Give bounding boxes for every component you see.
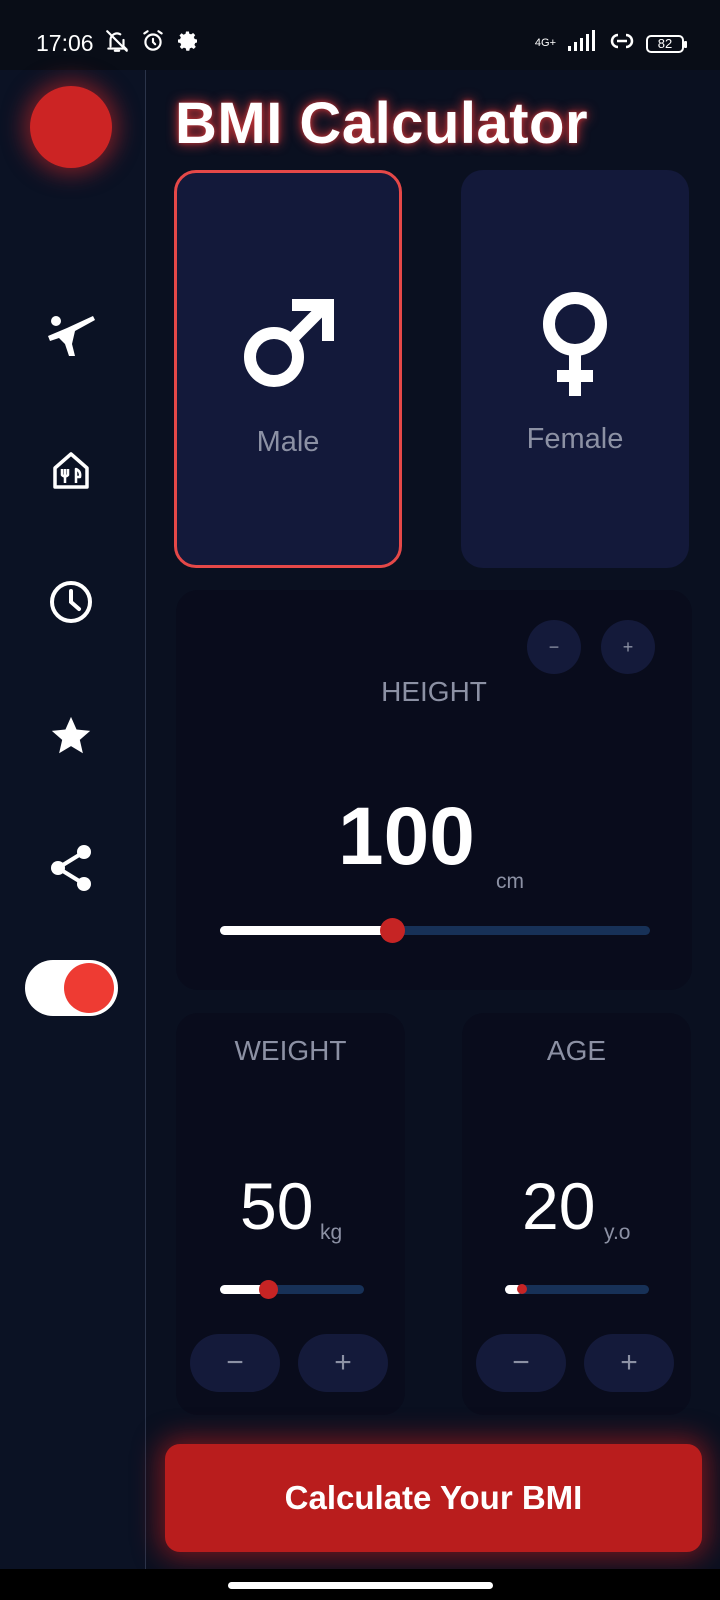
male-card[interactable]: Male: [174, 170, 402, 568]
alarm-icon: [140, 28, 166, 59]
age-panel: AGE 20 y.o − +: [462, 1013, 691, 1415]
age-minus-button[interactable]: −: [476, 1334, 566, 1392]
age-slider-thumb[interactable]: [517, 1284, 528, 1294]
male-icon: [177, 293, 399, 393]
hotspot-link-icon: [608, 30, 636, 57]
height-unit: cm: [496, 870, 524, 893]
weight-slider-thumb[interactable]: [258, 1280, 278, 1299]
battery-icon: 82: [646, 34, 687, 53]
weight-minus-button[interactable]: −: [190, 1334, 280, 1392]
network-type: 4G+: [534, 37, 556, 49]
restaurant-icon[interactable]: [45, 444, 97, 496]
height-panel: − + HEIGHT 100 cm: [176, 590, 692, 990]
height-slider-thumb[interactable]: [380, 918, 405, 943]
status-time: 17:06: [36, 30, 94, 56]
theme-toggle[interactable]: [25, 960, 118, 1016]
weight-panel: WEIGHT 50 kg − +: [176, 1013, 405, 1415]
age-value: 20: [522, 1169, 596, 1243]
battery-level: 82: [657, 35, 673, 51]
status-icons: [104, 28, 200, 59]
page-title: BMI Calculator: [175, 91, 589, 156]
age-unit: y.o: [604, 1221, 631, 1244]
weight-slider[interactable]: [220, 1280, 364, 1299]
weight-unit: kg: [320, 1221, 343, 1244]
age-plus-button[interactable]: +: [584, 1334, 674, 1392]
signal-icon: [566, 30, 598, 57]
weight-value: 50: [240, 1169, 314, 1243]
status-right: 4G+ 82: [534, 30, 687, 57]
weight-plus-button[interactable]: +: [298, 1334, 388, 1392]
age-label: AGE: [546, 1035, 607, 1066]
toggle-knob: [64, 963, 114, 1013]
height-slider-fill: [220, 926, 392, 935]
home-indicator[interactable]: [228, 1582, 493, 1589]
calculate-bmi-button[interactable]: Calculate Your BMI: [165, 1444, 702, 1552]
weight-label: WEIGHT: [234, 1035, 347, 1066]
height-slider[interactable]: [220, 918, 650, 943]
age-slider[interactable]: [505, 1284, 649, 1294]
martial-arts-icon[interactable]: [45, 310, 97, 362]
height-plus-button[interactable]: +: [601, 620, 655, 674]
settings-gear-icon: [176, 29, 200, 58]
share-icon[interactable]: [45, 842, 97, 894]
female-label: Female: [526, 423, 624, 455]
height-label: HEIGHT: [381, 676, 487, 707]
female-icon: [461, 288, 689, 398]
female-card[interactable]: Female: [461, 170, 689, 568]
profile-dot[interactable]: [30, 86, 112, 168]
male-label: Male: [256, 426, 320, 458]
star-icon[interactable]: [45, 710, 97, 762]
sidebar: [0, 70, 146, 1570]
status-bar: 17:06 4G+ 82: [0, 0, 720, 70]
clock-icon[interactable]: [45, 576, 97, 628]
height-minus-button[interactable]: −: [527, 620, 581, 674]
bell-off-icon: [104, 28, 130, 59]
height-value: 100: [338, 791, 475, 882]
